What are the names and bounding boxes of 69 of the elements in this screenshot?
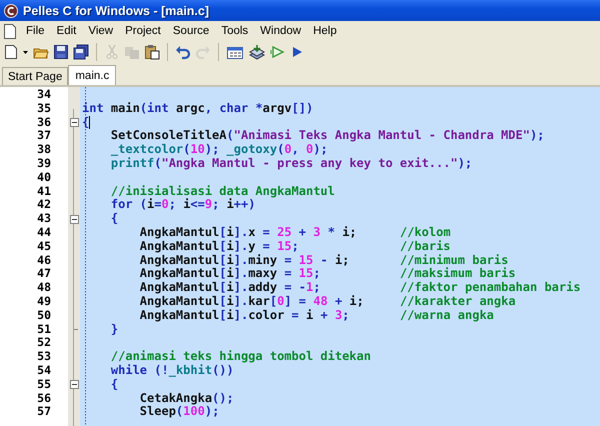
collapse-icon[interactable] — [70, 380, 78, 390]
tab[interactable]: Start Page — [2, 67, 68, 85]
line-number: 37 — [36, 129, 51, 144]
code-line: Sleep(100); — [138, 405, 220, 420]
line-number: 46 — [36, 254, 51, 268]
line-number: 53 — [36, 350, 51, 364]
line-number: 47 — [36, 267, 51, 282]
code-line: } — [110, 322, 118, 336]
code-line: for (i=0; i<=9; i++) — [110, 198, 256, 212]
clipboard-icon[interactable] — [144, 44, 160, 60]
code-line: AngkaMantul[i].x = 25 + 3 * i; //kolom — [138, 226, 451, 240]
line-number: 38 — [36, 143, 51, 157]
code-line: AngkaMantul[i].y = 15; //baris — [138, 240, 451, 254]
line-number: 49 — [36, 294, 51, 309]
code-line: { — [110, 212, 118, 226]
line-number: 57 — [36, 405, 51, 420]
code-line: CetakAngka(); — [138, 392, 234, 406]
new-file-icon[interactable] — [3, 44, 19, 60]
window-title: Pelles C for Windows - [main.c] — [23, 4, 210, 18]
code-line: int main(int argc, char *argv[]) — [82, 102, 314, 116]
menu-item[interactable]: Help — [307, 24, 343, 38]
line-number: 34 — [36, 88, 51, 102]
code-line: AngkaMantul[i].miny = 15 - i; //minimum baris — [138, 254, 508, 267]
collapse-icon[interactable] — [70, 118, 78, 127]
undo-icon[interactable] — [175, 44, 191, 60]
line-number: 52 — [36, 336, 51, 350]
document-icon[interactable] — [4, 24, 16, 38]
code-line: { — [110, 378, 118, 392]
line-number: 44 — [36, 226, 51, 240]
play-icon[interactable] — [290, 44, 304, 60]
line-number: 43 — [36, 212, 51, 226]
menu-item[interactable]: File — [20, 24, 51, 38]
menu-item[interactable]: View — [82, 24, 120, 38]
line-number: 55 — [36, 378, 51, 392]
line-number: 35 — [36, 102, 51, 116]
code-line: AngkaMantul[i].addy = -1; //faktor penambahan baris — [138, 281, 581, 295]
code-line: AngkaMantul[i].kar[0] = 48 + i; //karakter angka — [138, 294, 516, 309]
code-line: _textcolor(10); _gotoxy(0, 0); — [110, 143, 328, 157]
app-icon — [4, 4, 18, 18]
line-number: 48 — [36, 281, 51, 295]
line-number: 42 — [36, 198, 51, 212]
line-number: 39 — [36, 156, 51, 171]
menu-item[interactable]: Window — [254, 24, 308, 38]
code-line: AngkaMantul[i].color = i + 3; //warna angka — [138, 308, 494, 323]
play-outline-icon[interactable] — [270, 44, 286, 60]
menu-item[interactable]: Edit — [50, 24, 82, 38]
line-number: 56 — [36, 392, 51, 406]
tab[interactable]: main.c — [68, 65, 116, 85]
line-number: 40 — [36, 170, 51, 185]
line-number: 54 — [36, 364, 51, 378]
code-line: AngkaMantul[i].maxy = 15; //maksimum baris — [138, 267, 516, 281]
code-line: while (!_kbhit()) — [110, 364, 234, 378]
stack-icon[interactable] — [248, 44, 266, 60]
window-grid-icon[interactable] — [226, 44, 244, 60]
menu-item[interactable]: Project — [119, 24, 167, 38]
line-number: 36 — [36, 116, 51, 130]
menu-item[interactable]: Tools — [215, 24, 254, 38]
floppy-disks-icon[interactable] — [73, 44, 89, 60]
code-line: //inisialisasi data AngkaMantul — [110, 184, 335, 198]
code-line: { — [82, 116, 90, 130]
line-number: 51 — [36, 322, 51, 336]
menu-item[interactable]: Source — [166, 24, 216, 38]
code-line: //animasi teks hingga tombol ditekan — [110, 350, 371, 364]
code-line: SetConsoleTitleA("Animasi Teks Angka Mantul - Chandra MDE"); — [110, 129, 544, 144]
line-number: 41 — [36, 184, 51, 198]
line-number: 45 — [36, 240, 51, 254]
line-number: 50 — [36, 308, 51, 323]
code-line: printf("Angka Mantul - press any key to exit..."); — [110, 156, 472, 171]
collapse-icon[interactable] — [70, 214, 78, 224]
